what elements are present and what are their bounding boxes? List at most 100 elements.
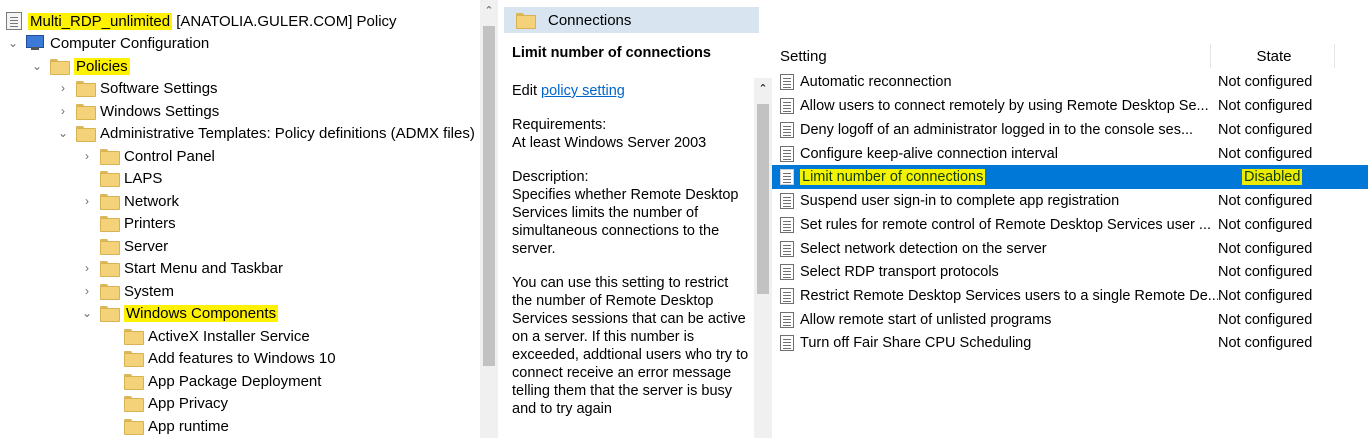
tree-root-suffix: [ANATOLIA.GULER.COM] Policy bbox=[172, 12, 397, 30]
description-title: Limit number of connections bbox=[512, 45, 711, 61]
tree-item-system[interactable]: › System bbox=[80, 280, 174, 302]
folder-icon bbox=[124, 396, 144, 412]
scroll-up-icon[interactable]: ⌃ bbox=[480, 4, 498, 17]
setting-row[interactable]: Set rules for remote control of Remote D… bbox=[772, 213, 1368, 237]
setting-name: Turn off Fair Share CPU Scheduling bbox=[800, 335, 1032, 351]
tree-item-start-menu[interactable]: › Start Menu and Taskbar bbox=[80, 257, 283, 279]
folder-icon bbox=[124, 419, 144, 435]
policy-setting-link[interactable]: policy setting bbox=[541, 83, 625, 99]
folder-icon bbox=[516, 13, 536, 29]
setting-row[interactable]: Select network detection on the server N… bbox=[772, 237, 1368, 261]
tree-item-add-features[interactable]: Add features to Windows 10 bbox=[104, 347, 336, 369]
setting-row[interactable]: Deny logoff of an administrator logged i… bbox=[772, 118, 1368, 142]
tree-item-computer-configuration[interactable]: ⌄ Computer Configuration bbox=[6, 32, 209, 54]
tree-item-policies[interactable]: ⌄ Policies bbox=[30, 55, 130, 77]
column-header-setting[interactable]: Setting bbox=[780, 48, 827, 65]
policy-setting-icon bbox=[780, 74, 794, 90]
folder-icon bbox=[124, 351, 144, 367]
column-divider[interactable] bbox=[1210, 44, 1211, 68]
tree-item-label: LAPS bbox=[124, 169, 163, 187]
chevron-right-icon[interactable]: › bbox=[80, 145, 94, 167]
tree-item-app-runtime[interactable]: App runtime bbox=[104, 415, 229, 437]
folder-icon bbox=[124, 374, 144, 390]
setting-state: Not configured bbox=[1218, 146, 1313, 162]
tree-item-label: Start Menu and Taskbar bbox=[124, 259, 283, 277]
scrollbar-thumb[interactable] bbox=[757, 104, 769, 294]
description-text: Specifies whether Remote Desktop Service… bbox=[512, 187, 739, 257]
chevron-right-icon[interactable]: › bbox=[56, 77, 70, 99]
tree-item-label: Add features to Windows 10 bbox=[148, 349, 336, 367]
folder-icon bbox=[100, 149, 120, 165]
tree-item-label: ActiveX Installer Service bbox=[148, 327, 310, 345]
chevron-right-icon[interactable]: › bbox=[56, 100, 70, 122]
setting-row[interactable]: Restrict Remote Desktop Services users t… bbox=[772, 284, 1368, 308]
chevron-right-icon[interactable]: › bbox=[80, 190, 94, 212]
requirements-value: At least Windows Server 2003 bbox=[512, 135, 707, 151]
column-header-state[interactable]: State bbox=[1212, 48, 1336, 65]
folder-icon bbox=[124, 329, 144, 345]
policy-setting-icon bbox=[780, 98, 794, 114]
setting-row[interactable]: Select RDP transport protocols Not confi… bbox=[772, 260, 1368, 284]
tree-scrollbar[interactable]: ⌃ bbox=[480, 0, 498, 438]
tree-item-label: Windows Settings bbox=[100, 102, 220, 120]
setting-name: Select RDP transport protocols bbox=[800, 264, 999, 280]
tree-item-software-settings[interactable]: › Software Settings bbox=[56, 77, 218, 99]
tree-root[interactable]: Multi_RDP_unlimited [ANATOLIA.GULER.COM]… bbox=[6, 10, 397, 32]
tree-item-label: Software Settings bbox=[100, 79, 218, 97]
tree-item-printers[interactable]: Printers bbox=[80, 212, 176, 234]
setting-name: Restrict Remote Desktop Services users t… bbox=[800, 288, 1218, 304]
tree-item-windows-components[interactable]: ⌄ Windows Components bbox=[80, 302, 279, 324]
setting-row[interactable]: Turn off Fair Share CPU Scheduling Not c… bbox=[772, 331, 1368, 355]
scrollbar-thumb[interactable] bbox=[483, 26, 495, 366]
setting-row[interactable]: Suspend user sign-in to complete app reg… bbox=[772, 189, 1368, 213]
connections-header-tab: Connections bbox=[504, 7, 759, 33]
chevron-down-icon[interactable]: ⌄ bbox=[56, 122, 70, 144]
setting-name: Automatic reconnection bbox=[800, 74, 952, 90]
tree-pane: Multi_RDP_unlimited [ANATOLIA.GULER.COM]… bbox=[0, 0, 498, 438]
tree-root-name: Multi_RDP_unlimited bbox=[28, 12, 173, 30]
column-divider[interactable] bbox=[1334, 44, 1335, 68]
setting-state: Not configured bbox=[1218, 193, 1313, 209]
scroll-up-icon[interactable]: ⌃ bbox=[754, 82, 772, 95]
policy-setting-icon bbox=[780, 335, 794, 351]
description-scrollbar[interactable]: ⌃ bbox=[754, 78, 772, 438]
tree-item-administrative-templates[interactable]: ⌄ Administrative Templates: Policy defin… bbox=[56, 122, 492, 144]
chevron-right-icon[interactable]: › bbox=[80, 257, 94, 279]
tree-item-app-package[interactable]: App Package Deployment bbox=[104, 370, 321, 392]
setting-row[interactable]: Allow remote start of unlisted programs … bbox=[772, 308, 1368, 332]
tree-item-server[interactable]: Server bbox=[80, 235, 168, 257]
tree-item-control-panel[interactable]: › Control Panel bbox=[80, 145, 215, 167]
tree-item-network[interactable]: › Network bbox=[80, 190, 179, 212]
setting-state: Not configured bbox=[1218, 241, 1313, 257]
chevron-right-icon[interactable]: › bbox=[80, 280, 94, 302]
details-pane: Connections Limit number of connections … bbox=[504, 0, 1368, 438]
tree-item-label: Control Panel bbox=[124, 147, 215, 165]
tree-item-label: App runtime bbox=[148, 417, 229, 435]
settings-list: Setting State Automatic reconnection Not… bbox=[772, 44, 1368, 438]
chevron-down-icon[interactable]: ⌄ bbox=[30, 55, 44, 77]
setting-row[interactable]: Automatic reconnection Not configured bbox=[772, 70, 1368, 94]
chevron-down-icon[interactable]: ⌄ bbox=[80, 302, 94, 324]
tree-item-laps[interactable]: LAPS bbox=[80, 167, 162, 189]
setting-state: Not configured bbox=[1218, 335, 1313, 351]
tree-item-label: Printers bbox=[124, 214, 176, 232]
chevron-down-icon[interactable]: ⌄ bbox=[6, 32, 20, 54]
setting-name: Allow remote start of unlisted programs bbox=[800, 312, 1052, 328]
policy-document-icon bbox=[6, 12, 22, 30]
description-panel: Limit number of connections Edit policy … bbox=[512, 44, 750, 438]
tree-item-windows-settings[interactable]: › Windows Settings bbox=[56, 100, 219, 122]
policy-setting-icon bbox=[780, 146, 794, 162]
tree-item-app-privacy[interactable]: App Privacy bbox=[104, 392, 228, 414]
tree-item-label: System bbox=[124, 282, 175, 300]
policy-setting-icon bbox=[780, 217, 794, 233]
setting-row[interactable]: Configure keep-alive connection interval… bbox=[772, 142, 1368, 166]
tree-item-activex[interactable]: ActiveX Installer Service bbox=[104, 325, 310, 347]
setting-name: Allow users to connect remotely by using… bbox=[800, 98, 1209, 114]
setting-state: Not configured bbox=[1218, 122, 1313, 138]
setting-row-selected[interactable]: Limit number of connections Disabled bbox=[772, 165, 1368, 189]
details-header: Connections bbox=[504, 7, 1368, 33]
setting-name: Configure keep-alive connection interval bbox=[800, 146, 1058, 162]
tree-item-label: Administrative Templates: Policy definit… bbox=[100, 124, 493, 142]
setting-state: Disabled bbox=[1242, 169, 1303, 185]
setting-row[interactable]: Allow users to connect remotely by using… bbox=[772, 94, 1368, 118]
